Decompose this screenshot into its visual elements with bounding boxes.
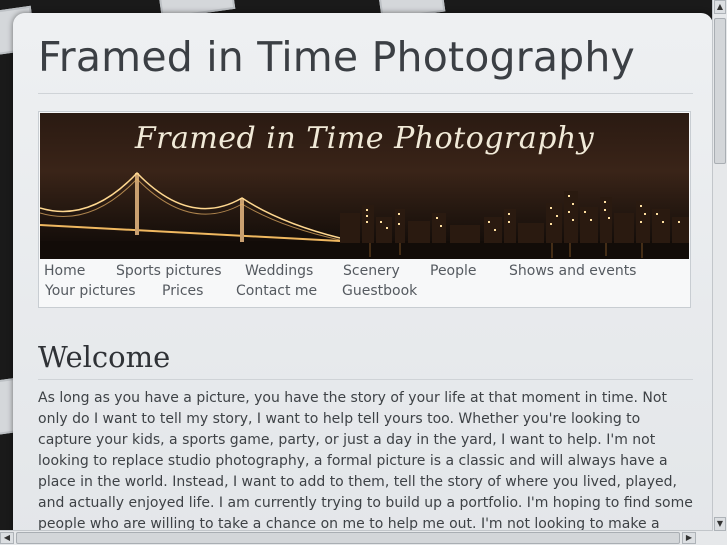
scroll-left-arrow-icon[interactable]: ◀ [0, 532, 14, 544]
banner-image: Framed in Time Photography [40, 113, 689, 259]
nav-link-guestbook[interactable]: Guestbook [342, 283, 417, 299]
nav-link-people[interactable]: People [430, 263, 477, 279]
city-bridge-illustration [40, 171, 689, 259]
vertical-scroll-thumb[interactable] [714, 18, 726, 164]
title-divider [38, 93, 693, 94]
scrollbar-corner [713, 531, 727, 545]
scroll-down-arrow-icon[interactable]: ▼ [714, 517, 726, 531]
page-container: Framed in Time Photography Framed in Tim… [13, 13, 713, 545]
nav-link-shows-and-events[interactable]: Shows and events [509, 263, 636, 279]
nav-link-your-pictures[interactable]: Your pictures [45, 283, 136, 299]
horizontal-scroll-thumb[interactable] [16, 532, 680, 544]
nav-link-scenery[interactable]: Scenery [343, 263, 400, 279]
site-title: Framed in Time Photography [38, 33, 636, 81]
nav-row-1: Home Sports pictures Weddings Scenery Pe… [44, 263, 684, 283]
welcome-heading: Welcome [38, 340, 171, 374]
heading-divider [38, 379, 693, 380]
nav-link-prices[interactable]: Prices [162, 283, 203, 299]
nav-link-contact-me[interactable]: Contact me [236, 283, 317, 299]
vertical-scrollbar[interactable]: ▲ ▼ [712, 0, 727, 531]
nav-row-2: Your pictures Prices Contact me Guestboo… [44, 283, 684, 303]
nav-link-weddings[interactable]: Weddings [245, 263, 313, 279]
nav-link-sports-pictures[interactable]: Sports pictures [116, 263, 222, 279]
scroll-up-arrow-icon[interactable]: ▲ [714, 0, 726, 14]
welcome-paragraph: As long as you have a picture, you have … [38, 390, 693, 545]
main-navigation: Home Sports pictures Weddings Scenery Pe… [44, 263, 684, 303]
header-box: Framed in Time Photography Home Sports p… [38, 111, 691, 308]
nav-link-home[interactable]: Home [44, 263, 85, 279]
scroll-right-arrow-icon[interactable]: ▶ [682, 532, 696, 544]
horizontal-scrollbar[interactable]: ◀ ▶ [0, 530, 713, 545]
